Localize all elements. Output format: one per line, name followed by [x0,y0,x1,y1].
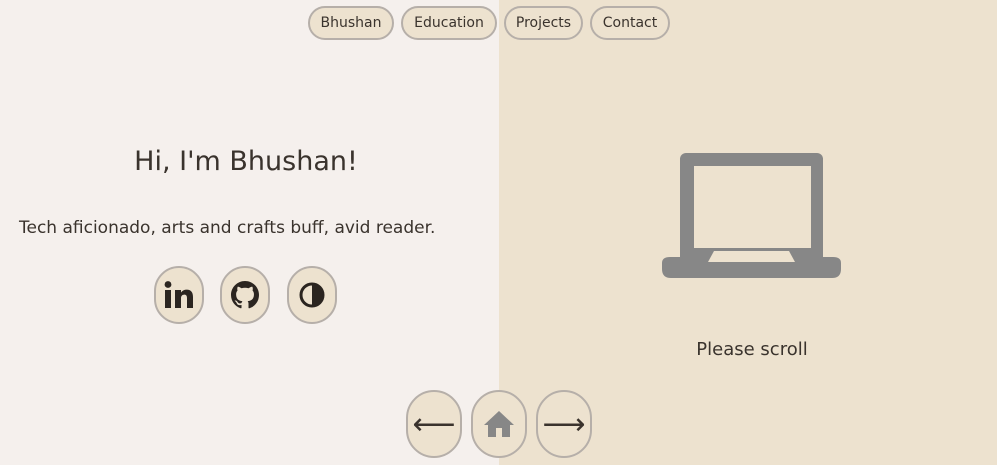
nav-projects-button[interactable]: Projects [504,6,583,40]
github-icon [231,281,259,309]
theme-toggle-button[interactable] [287,266,337,324]
arrow-right-icon: ⟶ [542,406,586,442]
arrow-left-icon: ⟵ [412,406,456,442]
linkedin-icon [164,281,193,308]
nav-education-button[interactable]: Education [401,6,497,40]
scroll-hint: Please scroll [696,339,808,360]
theme-toggle-icon [299,282,325,308]
laptop-icon [662,153,841,278]
next-button[interactable]: ⟶ [536,390,592,458]
hero-heading: Hi, I'm Bhushan! [134,146,358,177]
nav-contact-button[interactable]: Contact [590,6,670,40]
nav-bhushan-button[interactable]: Bhushan [308,6,394,40]
github-button[interactable] [220,266,270,324]
hero-tagline: Tech aficionado, arts and crafts buff, a… [19,218,436,238]
home-button[interactable] [471,390,527,458]
linkedin-button[interactable] [154,266,204,324]
previous-button[interactable]: ⟵ [406,390,462,458]
home-icon [484,411,514,437]
